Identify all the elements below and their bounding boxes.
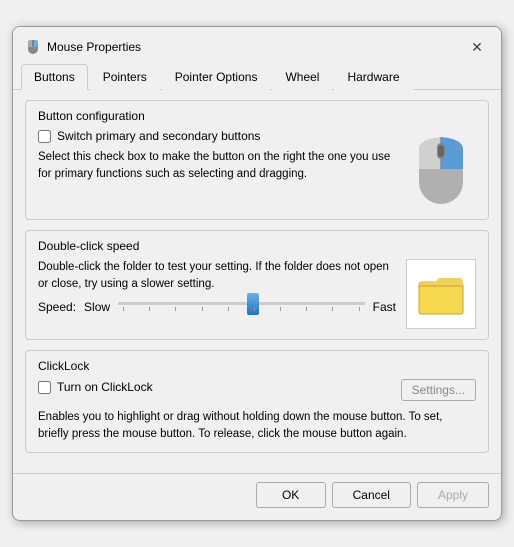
switch-buttons-checkbox[interactable] (38, 130, 51, 143)
speed-label: Speed: (38, 300, 76, 314)
clicklock-settings-button[interactable]: Settings... (401, 379, 476, 401)
cancel-button[interactable]: Cancel (332, 482, 411, 508)
speed-row: Speed: Slow (38, 300, 396, 314)
tick-3 (175, 307, 176, 311)
title-bar-left: Mouse Properties (25, 39, 141, 55)
tick-9 (332, 307, 333, 311)
clicklock-checkbox-label: Turn on ClickLock (57, 380, 153, 394)
tick-5 (228, 307, 229, 311)
tick-6 (254, 307, 255, 311)
fast-label: Fast (373, 300, 396, 314)
clicklock-group: ClickLock Turn on ClickLock Settings... … (25, 350, 489, 452)
double-click-label: Double-click speed (38, 239, 476, 253)
ticks-row (118, 305, 365, 311)
clicklock-checkbox-row: Turn on ClickLock (38, 380, 153, 394)
tick-10 (359, 307, 360, 311)
button-config-row: Switch primary and secondary buttons Sel… (38, 129, 476, 209)
clicklock-group-label: ClickLock (38, 359, 476, 373)
double-click-group: Double-click speed Double-click the fold… (25, 230, 489, 340)
clicklock-row: Turn on ClickLock Settings... (38, 379, 476, 401)
button-config-group: Button configuration Switch primary and … (25, 100, 489, 220)
mouse-illustration (406, 129, 476, 209)
tab-content: Button configuration Switch primary and … (13, 90, 501, 472)
tab-hardware[interactable]: Hardware (334, 64, 412, 90)
button-config-left: Switch primary and secondary buttons Sel… (38, 129, 406, 181)
tab-bar: Buttons Pointers Pointer Options Wheel H… (13, 63, 501, 90)
double-click-left: Double-click the folder to test your set… (38, 259, 406, 313)
tab-pointer-options[interactable]: Pointer Options (162, 64, 271, 90)
switch-buttons-row: Switch primary and secondary buttons (38, 129, 406, 143)
tab-wheel[interactable]: Wheel (272, 64, 332, 90)
tick-2 (149, 307, 150, 311)
apply-button[interactable]: Apply (417, 482, 489, 508)
double-click-description: Double-click the folder to test your set… (38, 259, 396, 291)
button-config-description: Select this check box to make the button… (38, 149, 406, 181)
tab-buttons[interactable]: Buttons (21, 64, 88, 90)
window-title: Mouse Properties (47, 40, 141, 54)
clicklock-checkbox[interactable] (38, 381, 51, 394)
slow-label: Slow (84, 300, 110, 314)
tick-4 (202, 307, 203, 311)
mouse-properties-window: Mouse Properties ✕ Buttons Pointers Poin… (12, 26, 502, 520)
switch-buttons-label: Switch primary and secondary buttons (57, 129, 260, 143)
tick-1 (123, 307, 124, 311)
tick-8 (306, 307, 307, 311)
button-config-label: Button configuration (38, 109, 476, 123)
title-bar: Mouse Properties ✕ (13, 27, 501, 63)
mouse-icon-small (25, 39, 41, 55)
folder-icon (417, 272, 465, 316)
bottom-buttons: OK Cancel Apply (13, 474, 501, 520)
mouse-svg (411, 129, 471, 209)
ok-button[interactable]: OK (256, 482, 326, 508)
folder-test-area[interactable] (406, 259, 476, 329)
speed-slider-wrapper (118, 302, 365, 311)
tick-7 (280, 307, 281, 311)
clicklock-description: Enables you to highlight or drag without… (38, 409, 476, 441)
tab-pointers[interactable]: Pointers (90, 64, 160, 90)
close-button[interactable]: ✕ (465, 35, 489, 59)
